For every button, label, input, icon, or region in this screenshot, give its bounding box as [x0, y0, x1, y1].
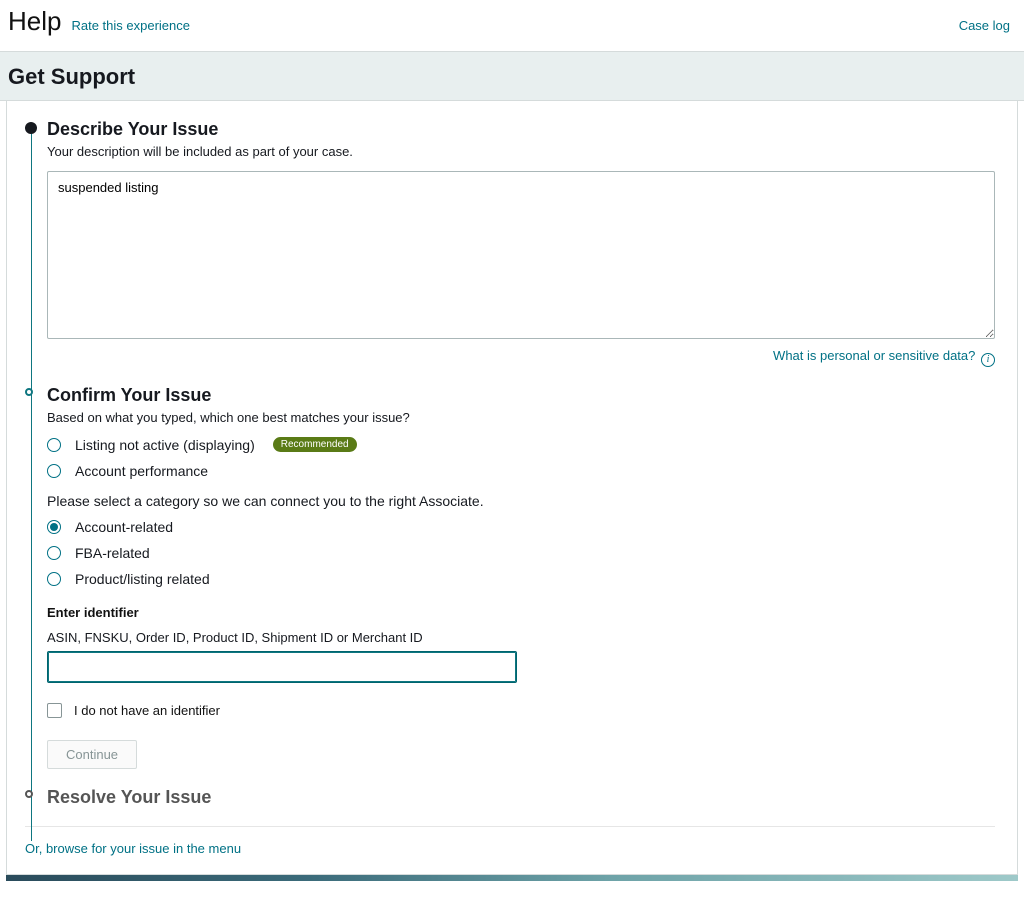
case-log-link[interactable]: Case log	[959, 18, 1010, 33]
step2-title: Confirm Your Issue	[47, 385, 995, 406]
identifier-label: Enter identifier	[47, 605, 995, 620]
no-identifier-checkbox[interactable]	[47, 703, 62, 718]
issue-description-textarea[interactable]	[47, 171, 995, 339]
category-option-row: Product/listing related	[47, 571, 995, 587]
no-identifier-row: I do not have an identifier	[47, 703, 995, 718]
category-option-row: FBA-related	[47, 545, 995, 561]
top-bar-left: Help Rate this experience	[8, 6, 190, 37]
subheader: Get Support	[0, 52, 1024, 101]
radio-label: Product/listing related	[75, 571, 210, 587]
rate-experience-link[interactable]: Rate this experience	[71, 18, 190, 33]
radio-label: Listing not active (displaying)	[75, 437, 255, 453]
footer: Or, browse for your issue in the menu	[25, 826, 995, 856]
radio-fba-related[interactable]	[47, 546, 61, 560]
issue-option-row: Account performance	[47, 463, 995, 479]
step-dot-open-icon	[25, 388, 33, 396]
step-dot-dim-icon	[25, 790, 33, 798]
radio-label: Account performance	[75, 463, 208, 479]
step-resolve: Resolve Your Issue	[47, 787, 995, 808]
browse-menu-link[interactable]: Or, browse for your issue in the menu	[25, 841, 241, 856]
step-connector-line	[31, 131, 32, 841]
identifier-hint: ASIN, FNSKU, Order ID, Product ID, Shipm…	[47, 630, 995, 645]
step-confirm: Confirm Your Issue Based on what you typ…	[47, 385, 995, 769]
steps-container: Describe Your Issue Your description wil…	[25, 119, 995, 808]
issue-option-row: Listing not active (displaying) Recommen…	[47, 437, 995, 453]
page-title: Get Support	[8, 64, 1016, 90]
step3-title: Resolve Your Issue	[47, 787, 995, 808]
radio-account-performance[interactable]	[47, 464, 61, 478]
radio-account-related[interactable]	[47, 520, 61, 534]
step-describe: Describe Your Issue Your description wil…	[47, 119, 995, 367]
radio-label: Account-related	[75, 519, 173, 535]
radio-product-listing-related[interactable]	[47, 572, 61, 586]
category-option-row: Account-related	[47, 519, 995, 535]
recommended-badge: Recommended	[273, 437, 357, 452]
step1-subtitle: Your description will be included as par…	[47, 144, 995, 159]
no-identifier-label: I do not have an identifier	[74, 703, 220, 718]
category-prompt: Please select a category so we can conne…	[47, 493, 995, 509]
radio-label: FBA-related	[75, 545, 150, 561]
help-title: Help	[8, 6, 61, 37]
step-dot-filled-icon	[25, 122, 37, 134]
helper-row: What is personal or sensitive data? i	[47, 348, 995, 367]
info-icon[interactable]: i	[981, 353, 995, 367]
identifier-input[interactable]	[47, 651, 517, 683]
continue-button[interactable]: Continue	[47, 740, 137, 769]
personal-data-link[interactable]: What is personal or sensitive data?	[773, 348, 975, 363]
step1-title: Describe Your Issue	[47, 119, 995, 140]
top-bar: Help Rate this experience Case log	[0, 0, 1024, 52]
radio-listing-not-active[interactable]	[47, 438, 61, 452]
step2-subtitle: Based on what you typed, which one best …	[47, 410, 995, 425]
main-panel: Describe Your Issue Your description wil…	[6, 101, 1018, 875]
decorative-strip	[6, 875, 1018, 881]
